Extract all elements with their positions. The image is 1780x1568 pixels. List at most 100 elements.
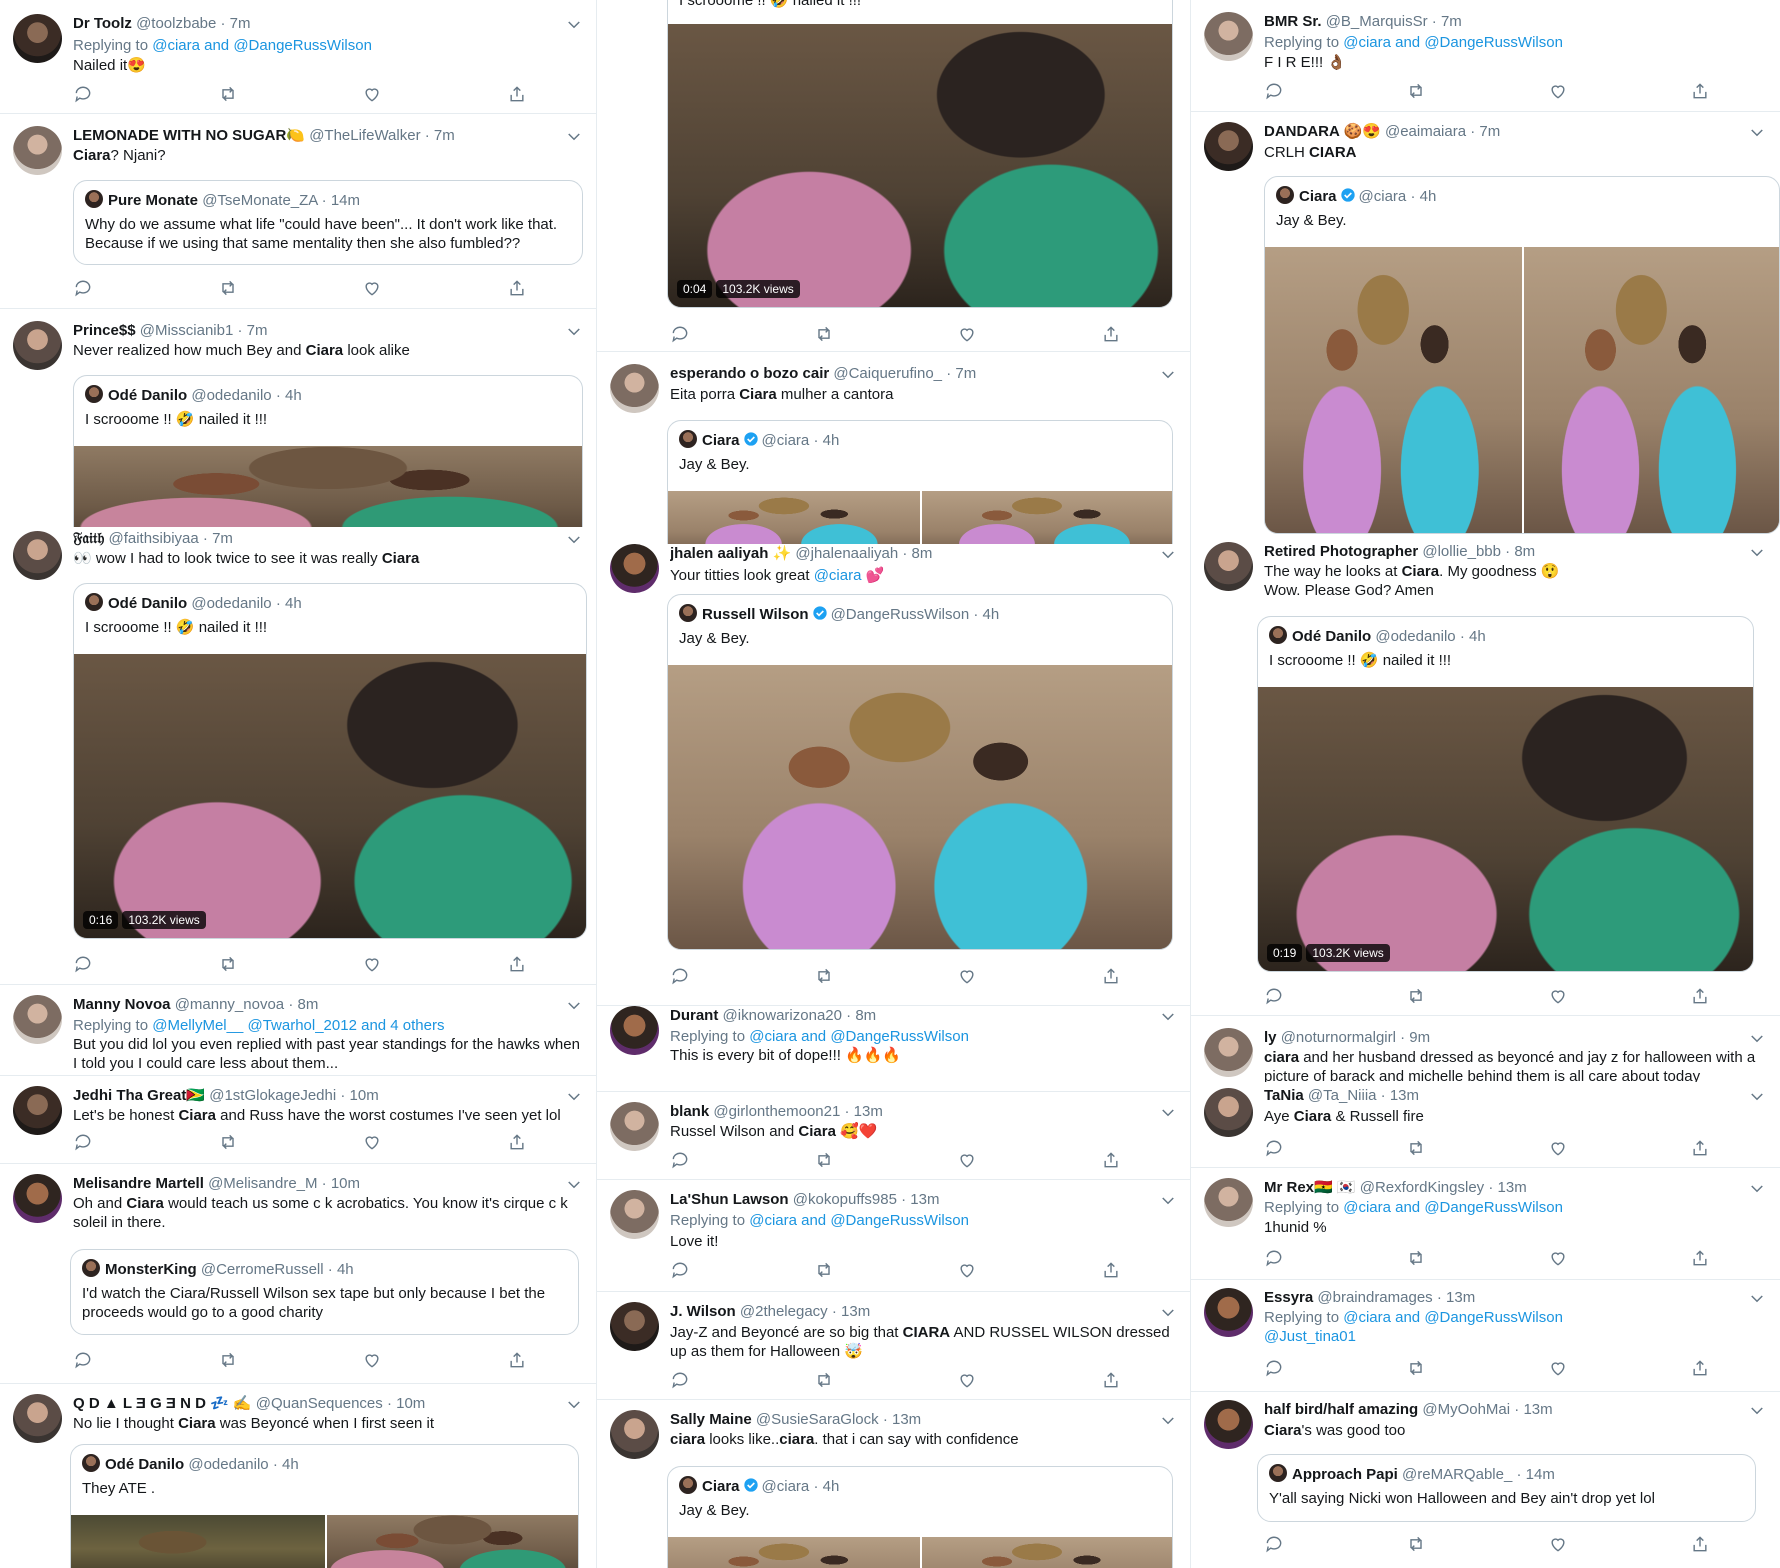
avatar[interactable]: [13, 995, 62, 1044]
tweet[interactable]: esperando o bozo cair @Caiquerufino_ · 7…: [597, 352, 1191, 544]
timestamp[interactable]: · 10m: [340, 1087, 378, 1104]
media-image[interactable]: [922, 491, 1172, 544]
retweet-icon[interactable]: [814, 1150, 834, 1170]
author-handle[interactable]: @noturnormalgirl: [1281, 1029, 1396, 1046]
timestamp[interactable]: · 13m: [1514, 1401, 1552, 1418]
chevron-down-icon[interactable]: [565, 1176, 583, 1194]
tweet[interactable]: BMR Sr. @B_MarquisSr · 7m Replying to @c…: [1191, 0, 1780, 112]
retweet-icon[interactable]: [1406, 81, 1426, 101]
author-name[interactable]: jhalen aaliyah ✨: [670, 545, 791, 562]
author-handle[interactable]: @braindramages: [1317, 1289, 1432, 1306]
share-icon[interactable]: [507, 954, 527, 974]
reply-icon[interactable]: [670, 1260, 690, 1280]
reply-icon[interactable]: [1264, 1138, 1284, 1158]
avatar[interactable]: [13, 14, 62, 63]
tweet[interactable]: Manny Novoa @manny_novoa · 8m Replying t…: [0, 985, 597, 1076]
reply-icon[interactable]: [1264, 81, 1284, 101]
timestamp[interactable]: · 8m: [1505, 543, 1535, 560]
quoted-tweet[interactable]: I scrooome !! 🤣 nailed it !!! 0:04 103.2K…: [667, 0, 1173, 308]
like-icon[interactable]: [1548, 81, 1568, 101]
avatar[interactable]: [610, 544, 659, 593]
video-player[interactable]: 0:19 103.2K views: [1258, 687, 1753, 971]
timestamp[interactable]: · 7m: [1470, 123, 1500, 140]
media-image[interactable]: [326, 1515, 578, 1568]
share-icon[interactable]: [507, 278, 527, 298]
share-icon[interactable]: [1690, 986, 1710, 1006]
like-icon[interactable]: [362, 954, 382, 974]
media-image[interactable]: [922, 1537, 1172, 1568]
retweet-icon[interactable]: [814, 1260, 834, 1280]
quoted-tweet[interactable]: Odé Danilo @odedanilo · 4h I scrooome !!…: [73, 375, 583, 527]
like-icon[interactable]: [957, 324, 977, 344]
author-handle[interactable]: @Ta_Niiia: [1308, 1087, 1377, 1104]
retweet-icon[interactable]: [218, 278, 238, 298]
author-handle[interactable]: @girlonthemoon21: [713, 1103, 840, 1120]
like-icon[interactable]: [362, 1350, 382, 1370]
tweet[interactable]: Q D ▲ L Ǝ G Ǝ N D 💤 ✍️ @QuanSequences · …: [0, 1384, 597, 1568]
video-thumbnail[interactable]: [74, 446, 582, 527]
author-name[interactable]: Essyra: [1264, 1289, 1313, 1306]
avatar[interactable]: [610, 1302, 659, 1351]
video-player[interactable]: 0:16 103.2K views: [74, 654, 586, 938]
quoted-tweet[interactable]: Approach Papi @reMARQable_ · 14m Y'all s…: [1257, 1454, 1756, 1522]
retweet-icon[interactable]: [1406, 1138, 1426, 1158]
author-name[interactable]: LEMONADE WITH NO SUGAR🍋: [73, 127, 305, 144]
reply-icon[interactable]: [1264, 1248, 1284, 1268]
author-name[interactable]: BMR Sr.: [1264, 13, 1322, 30]
timestamp[interactable]: · 7m: [203, 530, 233, 547]
author-name[interactable]: Mr Rex🇬🇭 🇰🇷: [1264, 1179, 1356, 1196]
author-handle[interactable]: @toolzbabe: [136, 15, 216, 32]
chevron-down-icon[interactable]: [1159, 366, 1177, 384]
timestamp[interactable]: · 13m: [883, 1411, 921, 1428]
avatar[interactable]: [610, 1410, 659, 1459]
tweet[interactable]: Essyra @braindramages · 13m Replying to …: [1191, 1280, 1780, 1392]
quoted-tweet[interactable]: Pure Monate @TseMonate_ZA · 14m Why do w…: [73, 180, 583, 265]
author-name[interactable]: Manny Novoa: [73, 996, 171, 1013]
timestamp[interactable]: · 8m: [846, 1007, 876, 1024]
quoted-tweet[interactable]: MonsterKing @CerromeRussell · 4h I'd wat…: [70, 1249, 579, 1335]
chevron-down-icon[interactable]: [1159, 546, 1177, 564]
chevron-down-icon[interactable]: [565, 1396, 583, 1414]
reply-icon[interactable]: [670, 1150, 690, 1170]
reply-icon[interactable]: [73, 278, 93, 298]
avatar[interactable]: [610, 1102, 659, 1151]
timestamp[interactable]: · 13m: [1381, 1087, 1419, 1104]
reply-icon[interactable]: [670, 324, 690, 344]
author-name[interactable]: blank: [670, 1103, 709, 1120]
tweet[interactable]: 𝔉𝔞𝔦𝔱𝔥 @faithsibiyaa · 7m 👀 wow I had to …: [0, 527, 597, 985]
like-icon[interactable]: [1548, 1248, 1568, 1268]
avatar[interactable]: [610, 1006, 659, 1055]
reply-icon[interactable]: [73, 84, 93, 104]
timestamp[interactable]: · 7m: [221, 15, 251, 32]
tweet[interactable]: Retired Photographer @lollie_bbb · 8m Th…: [1191, 538, 1780, 1016]
author-handle[interactable]: @iknowarizona20: [723, 1007, 842, 1024]
share-icon[interactable]: [507, 84, 527, 104]
author-handle[interactable]: @Caiquerufino_: [833, 365, 942, 382]
like-icon[interactable]: [362, 1132, 382, 1152]
author-handle[interactable]: @Melisandre_M: [208, 1175, 317, 1192]
author-name[interactable]: Melisandre Martell: [73, 1175, 204, 1192]
author-handle[interactable]: @Misscianib1: [140, 322, 234, 339]
like-icon[interactable]: [1548, 1358, 1568, 1378]
media-image[interactable]: [668, 1537, 920, 1568]
media-image[interactable]: [668, 665, 1172, 949]
quoted-tweet[interactable]: Russell Wilson @DangeRussWilson · 4h Jay …: [667, 594, 1173, 950]
avatar[interactable]: [13, 321, 62, 370]
timestamp[interactable]: · 13m: [845, 1103, 883, 1120]
author-handle[interactable]: @kokopuffs985: [793, 1191, 897, 1208]
tweet[interactable]: TaNia @Ta_Niiia · 13m Aye Ciara & Russel…: [1191, 1082, 1780, 1168]
quoted-tweet[interactable]: Odé Danilo @odedanilo · 4h I scrooome !!…: [1257, 616, 1754, 972]
chevron-down-icon[interactable]: [1159, 1008, 1177, 1026]
avatar[interactable]: [1204, 122, 1253, 171]
tweet[interactable]: Prince$$ @Misscianib1 · 7m Never realize…: [0, 309, 597, 527]
chevron-down-icon[interactable]: [1748, 1030, 1766, 1048]
timestamp[interactable]: · 7m: [1432, 13, 1462, 30]
avatar[interactable]: [13, 1394, 62, 1443]
like-icon[interactable]: [362, 84, 382, 104]
avatar[interactable]: [610, 1190, 659, 1239]
avatar[interactable]: [1204, 1178, 1253, 1227]
share-icon[interactable]: [1690, 1534, 1710, 1554]
chevron-down-icon[interactable]: [1748, 1402, 1766, 1420]
timestamp[interactable]: · 13m: [901, 1191, 939, 1208]
media-image[interactable]: [1524, 247, 1779, 533]
